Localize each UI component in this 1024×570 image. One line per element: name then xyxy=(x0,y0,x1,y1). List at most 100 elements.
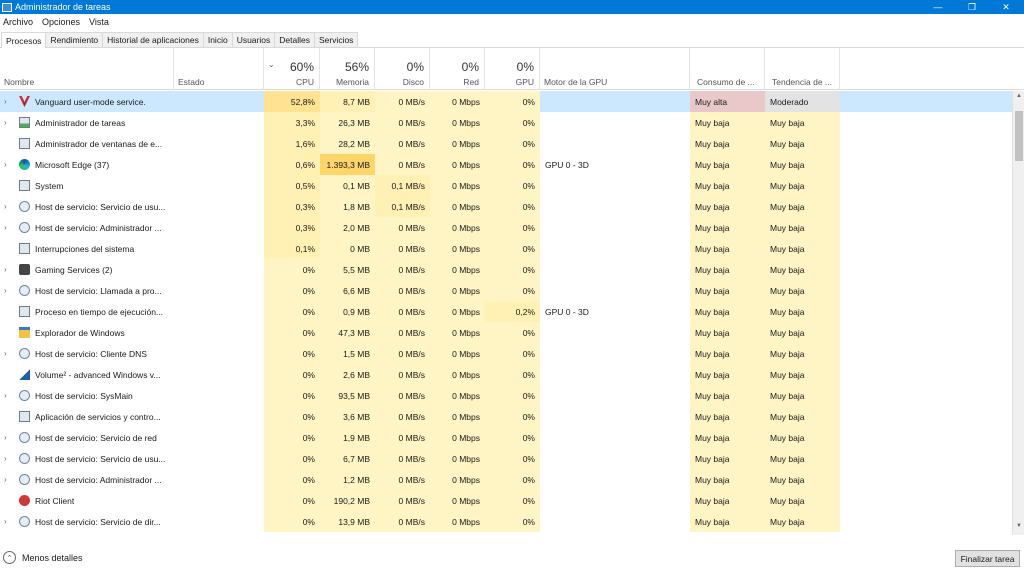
task-manager-app-icon xyxy=(2,2,12,12)
tab-servicios[interactable]: Servicios xyxy=(313,32,359,47)
process-row[interactable]: › Host de servicio: Administrador ... 0,3%… xyxy=(0,217,1012,238)
process-row[interactable]: Interrupciones del sistema 0,1% 0 MB 0 MB/s… xyxy=(0,238,1012,259)
process-gpu-cell: 0% xyxy=(485,364,540,385)
process-row[interactable]: › Host de servicio: SysMain 0% 93,5 MB 0 MB/… xyxy=(0,385,1012,406)
process-disk-cell: 0 MB/s xyxy=(375,91,430,112)
tab-historial[interactable]: Historial de aplicaciones xyxy=(102,32,204,47)
end-task-button[interactable]: Finalizar tarea xyxy=(955,550,1020,567)
tab-inicio[interactable]: Inicio xyxy=(202,32,233,47)
expand-chevron-icon[interactable]: › xyxy=(4,160,7,169)
scroll-up-icon[interactable]: ▲ xyxy=(1013,93,1024,103)
column-header: Nombre Estado ⌄ 60% CPU 56% Memoria 0% D… xyxy=(0,48,1024,90)
tab-procesos[interactable]: Procesos xyxy=(1,32,47,48)
process-gpu-cell: 0% xyxy=(485,385,540,406)
header-trend[interactable]: Tendencia de ... xyxy=(765,48,840,90)
process-power-cell: Muy baja xyxy=(690,385,765,406)
header-gpu-engine[interactable]: Motor de la GPU xyxy=(540,48,690,90)
menu-opciones[interactable]: Opciones xyxy=(42,17,80,27)
process-row[interactable]: › Host de servicio: Servicio de red 0% 1,9 … xyxy=(0,427,1012,448)
gear-icon xyxy=(19,453,30,464)
header-power[interactable]: Consumo de ... xyxy=(690,48,765,90)
process-mem-cell: 3,6 MB xyxy=(320,406,375,427)
process-row[interactable]: › Host de servicio: Servicio de usu... 0% 6… xyxy=(0,448,1012,469)
process-row[interactable]: › Host de servicio: Servicio de dir... 0% 1… xyxy=(0,511,1012,532)
expand-chevron-icon[interactable]: › xyxy=(4,265,7,274)
process-net-cell: 0 Mbps xyxy=(430,364,485,385)
process-row[interactable]: › Vanguard user-mode service. 52,8% 8,7 MB 0… xyxy=(0,91,1012,112)
process-row[interactable]: › Host de servicio: Llamada a pro... 0% 6,6… xyxy=(0,280,1012,301)
less-details-button[interactable]: ⌃ Menos detalles xyxy=(3,551,83,564)
menu-vista[interactable]: Vista xyxy=(89,17,109,27)
expand-chevron-icon[interactable]: › xyxy=(4,223,7,232)
tab-rendimiento[interactable]: Rendimiento xyxy=(45,32,104,47)
process-row[interactable]: Explorador de Windows 0% 47,3 MB 0 MB/s 0 Mb… xyxy=(0,322,1012,343)
window-icon xyxy=(19,411,30,422)
header-cpu-pct: 60% xyxy=(289,60,314,74)
scroll-down-icon[interactable]: ▼ xyxy=(1013,523,1024,533)
process-row[interactable]: › Administrador de tareas 3,3% 26,3 MB 0 MB/… xyxy=(0,112,1012,133)
process-gpu-cell: 0% xyxy=(485,91,540,112)
expand-chevron-icon[interactable]: › xyxy=(4,517,7,526)
tab-detalles[interactable]: Detalles xyxy=(274,32,315,47)
process-power-cell: Muy baja xyxy=(690,364,765,385)
header-disk[interactable]: 0% Disco xyxy=(375,48,430,90)
minimize-button[interactable]: — xyxy=(922,0,954,14)
expand-chevron-icon[interactable]: › xyxy=(4,202,7,211)
expand-chevron-icon[interactable]: › xyxy=(4,454,7,463)
process-gpu-cell: 0% xyxy=(485,112,540,133)
expand-chevron-icon[interactable]: › xyxy=(4,286,7,295)
process-disk-cell: 0 MB/s xyxy=(375,322,430,343)
expand-chevron-icon[interactable]: › xyxy=(4,118,7,127)
header-gpu-label: GPU xyxy=(515,77,534,87)
expand-chevron-icon[interactable]: › xyxy=(4,97,7,106)
header-memory[interactable]: 56% Memoria xyxy=(320,48,375,90)
process-row[interactable]: › Microsoft Edge (37) 0,6% 1.393,3 MB 0 MB/s… xyxy=(0,154,1012,175)
process-row[interactable]: › Host de servicio: Cliente DNS 0% 1,5 MB 0 … xyxy=(0,343,1012,364)
header-cpu[interactable]: ⌄ 60% CPU xyxy=(264,48,320,90)
process-name: Host de servicio: Servicio de usu... xyxy=(35,201,166,212)
menu-archivo[interactable]: Archivo xyxy=(3,17,33,27)
header-cpu-label: CPU xyxy=(296,77,314,87)
process-power-cell: Muy baja xyxy=(690,406,765,427)
process-engine-cell xyxy=(540,280,690,301)
process-row[interactable]: › Gaming Services (2) 0% 5,5 MB 0 MB/s 0 Mbps… xyxy=(0,259,1012,280)
expand-chevron-icon[interactable]: › xyxy=(4,475,7,484)
process-mem-cell: 13,9 MB xyxy=(320,511,375,532)
scroll-thumb[interactable] xyxy=(1015,111,1023,161)
process-row[interactable]: Riot Client 0% 190,2 MB 0 MB/s 0 Mbps 0% Muy b… xyxy=(0,490,1012,511)
process-net-cell: 0 Mbps xyxy=(430,427,485,448)
tab-usuarios[interactable]: Usuarios xyxy=(231,32,276,47)
process-row[interactable]: Volume² - advanced Windows v... 0% 2,6 MB 0… xyxy=(0,364,1012,385)
close-button[interactable]: ✕ xyxy=(990,0,1022,14)
process-name: Riot Client xyxy=(35,495,75,506)
process-net-cell: 0 Mbps xyxy=(430,448,485,469)
process-engine-cell xyxy=(540,259,690,280)
header-memory-pct: 56% xyxy=(344,60,369,74)
header-status[interactable]: Estado xyxy=(174,48,264,90)
header-status-label: Estado xyxy=(178,77,205,87)
header-name[interactable]: Nombre xyxy=(0,48,174,90)
process-cpu-cell: 0% xyxy=(264,343,320,364)
process-mem-cell: 26,3 MB xyxy=(320,112,375,133)
process-cpu-cell: 0% xyxy=(264,469,320,490)
process-power-cell: Muy alta xyxy=(690,91,765,112)
restore-button[interactable]: ❐ xyxy=(956,0,988,14)
header-disk-pct: 0% xyxy=(406,60,424,74)
process-row[interactable]: Proceso en tiempo de ejecución... 0% 0,9 M… xyxy=(0,301,1012,322)
process-name: Vanguard user-mode service. xyxy=(35,96,146,107)
header-gpu[interactable]: 0% GPU xyxy=(485,48,540,90)
header-network[interactable]: 0% Red xyxy=(430,48,485,90)
header-network-pct: 0% xyxy=(461,60,479,74)
process-name: Host de servicio: Administrador ... xyxy=(35,222,162,233)
process-row[interactable]: Aplicación de servicios y contro... 0% 3,6… xyxy=(0,406,1012,427)
expand-chevron-icon[interactable]: › xyxy=(4,349,7,358)
process-row[interactable]: › Host de servicio: Servicio de usu... 0,3… xyxy=(0,196,1012,217)
process-power-cell: Muy baja xyxy=(690,322,765,343)
process-row[interactable]: Administrador de ventanas de e... 1,6% 28,… xyxy=(0,133,1012,154)
process-row[interactable]: System 0,5% 0,1 MB 0,1 MB/s 0 Mbps 0% Muy baja… xyxy=(0,175,1012,196)
process-row[interactable]: › Host de servicio: Administrador ... 0% 1,… xyxy=(0,469,1012,490)
vertical-scrollbar[interactable]: ▲ ▼ xyxy=(1012,91,1024,535)
expand-chevron-icon[interactable]: › xyxy=(4,433,7,442)
expand-chevron-icon[interactable]: › xyxy=(4,391,7,400)
process-disk-cell: 0 MB/s xyxy=(375,511,430,532)
